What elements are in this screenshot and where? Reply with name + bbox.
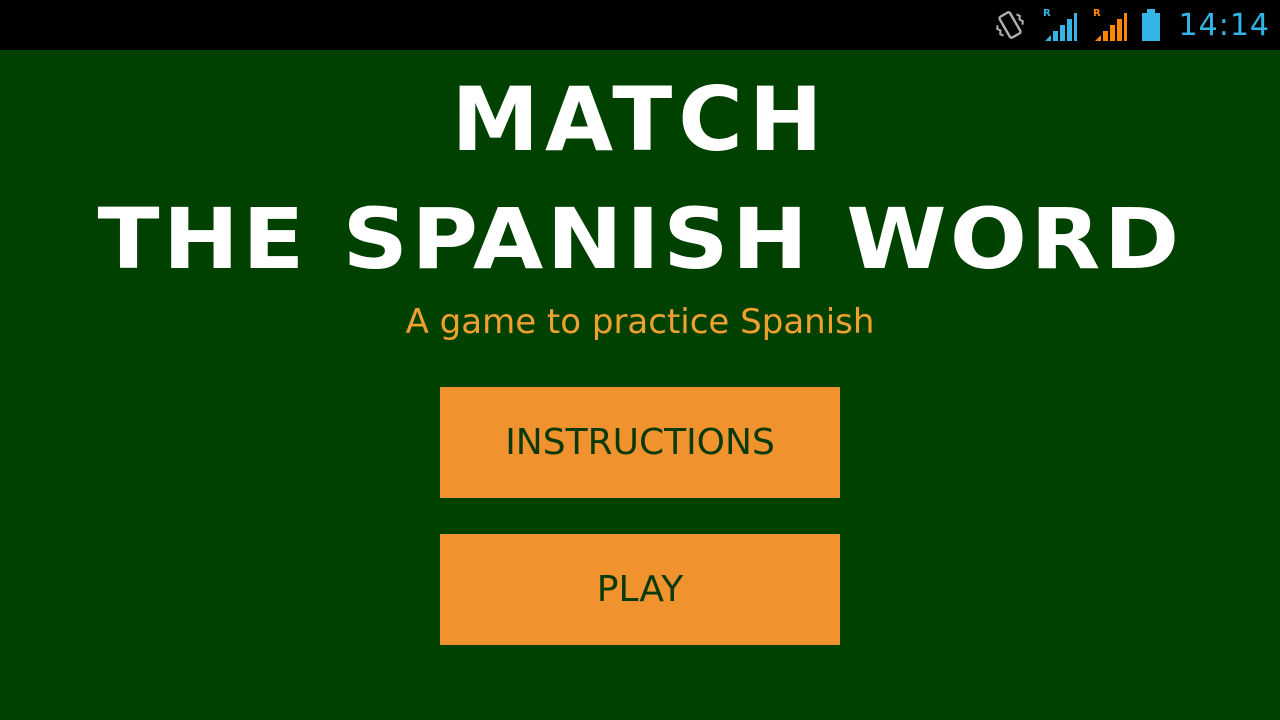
roaming-label: R [1093, 8, 1101, 19]
battery-icon [1141, 9, 1160, 41]
instructions-button-label: INSTRUCTIONS [505, 422, 775, 463]
status-icons: R R 14:14 [993, 0, 1270, 50]
status-clock: 14:14 [1178, 7, 1270, 43]
game-title-logo: MATCH THE SPANISH WORD [98, 68, 1183, 288]
app-screen: R R 14:14 MATCH THE SPANISH WORD A game … [0, 0, 1280, 720]
signal-roaming-icon: R [1043, 8, 1077, 41]
title-line-2: THE SPANISH WORD [98, 190, 1183, 288]
play-button[interactable]: PLAY [440, 534, 840, 645]
signal-roaming-icon: R [1093, 8, 1127, 41]
vibrate-icon [995, 11, 1024, 39]
instructions-button[interactable]: INSTRUCTIONS [440, 387, 840, 498]
title-line-1: MATCH [451, 68, 828, 171]
status-bar: R R 14:14 [0, 0, 1280, 50]
app-content: MATCH THE SPANISH WORD A game to practic… [0, 50, 1280, 720]
subtitle: A game to practice Spanish [405, 302, 875, 342]
play-button-label: PLAY [596, 569, 684, 610]
roaming-label: R [1043, 8, 1051, 19]
